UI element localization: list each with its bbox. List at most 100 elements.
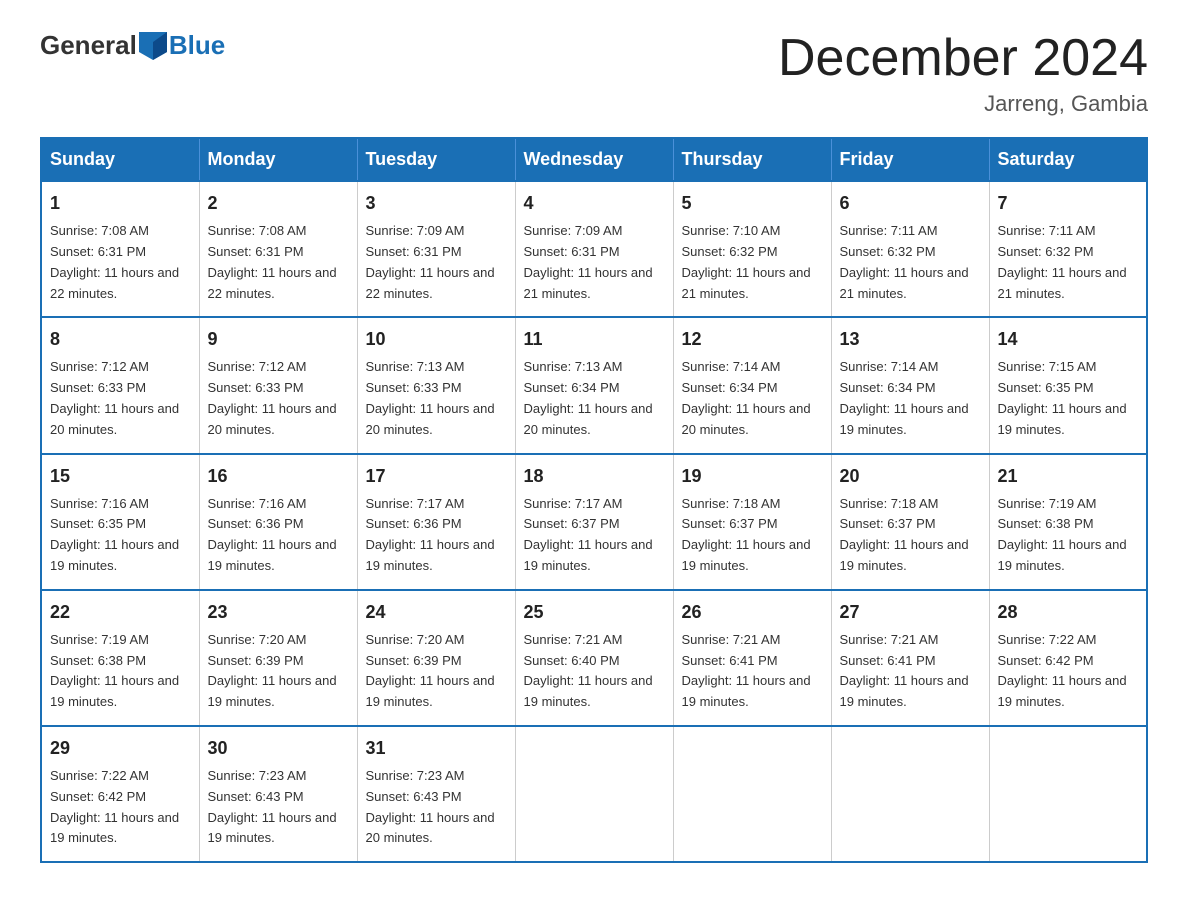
- weekday-header-row: SundayMondayTuesdayWednesdayThursdayFrid…: [41, 138, 1147, 181]
- calendar-cell: 26 Sunrise: 7:21 AMSunset: 6:41 PMDaylig…: [673, 590, 831, 726]
- logo: General Blue: [40, 30, 225, 61]
- calendar-cell: [673, 726, 831, 862]
- calendar-cell: 17 Sunrise: 7:17 AMSunset: 6:36 PMDaylig…: [357, 454, 515, 590]
- calendar-cell: 15 Sunrise: 7:16 AMSunset: 6:35 PMDaylig…: [41, 454, 199, 590]
- calendar-cell: 13 Sunrise: 7:14 AMSunset: 6:34 PMDaylig…: [831, 317, 989, 453]
- calendar-cell: 20 Sunrise: 7:18 AMSunset: 6:37 PMDaylig…: [831, 454, 989, 590]
- day-info: Sunrise: 7:21 AMSunset: 6:40 PMDaylight:…: [524, 632, 653, 709]
- day-info: Sunrise: 7:19 AMSunset: 6:38 PMDaylight:…: [998, 496, 1127, 573]
- logo-icon: [139, 32, 167, 60]
- day-number: 20: [840, 463, 981, 490]
- calendar-table: SundayMondayTuesdayWednesdayThursdayFrid…: [40, 137, 1148, 863]
- calendar-cell: 4 Sunrise: 7:09 AMSunset: 6:31 PMDayligh…: [515, 181, 673, 317]
- weekday-header-friday: Friday: [831, 138, 989, 181]
- day-number: 28: [998, 599, 1139, 626]
- day-info: Sunrise: 7:08 AMSunset: 6:31 PMDaylight:…: [50, 223, 179, 300]
- day-info: Sunrise: 7:11 AMSunset: 6:32 PMDaylight:…: [840, 223, 969, 300]
- calendar-cell: 5 Sunrise: 7:10 AMSunset: 6:32 PMDayligh…: [673, 181, 831, 317]
- weekday-header-thursday: Thursday: [673, 138, 831, 181]
- day-info: Sunrise: 7:21 AMSunset: 6:41 PMDaylight:…: [840, 632, 969, 709]
- day-number: 31: [366, 735, 507, 762]
- calendar-cell: 21 Sunrise: 7:19 AMSunset: 6:38 PMDaylig…: [989, 454, 1147, 590]
- calendar-cell: 19 Sunrise: 7:18 AMSunset: 6:37 PMDaylig…: [673, 454, 831, 590]
- calendar-cell: 22 Sunrise: 7:19 AMSunset: 6:38 PMDaylig…: [41, 590, 199, 726]
- calendar-cell: 11 Sunrise: 7:13 AMSunset: 6:34 PMDaylig…: [515, 317, 673, 453]
- day-info: Sunrise: 7:16 AMSunset: 6:36 PMDaylight:…: [208, 496, 337, 573]
- day-number: 4: [524, 190, 665, 217]
- day-number: 10: [366, 326, 507, 353]
- weekday-header-saturday: Saturday: [989, 138, 1147, 181]
- day-info: Sunrise: 7:12 AMSunset: 6:33 PMDaylight:…: [50, 359, 179, 436]
- day-info: Sunrise: 7:17 AMSunset: 6:36 PMDaylight:…: [366, 496, 495, 573]
- day-number: 17: [366, 463, 507, 490]
- calendar-cell: 24 Sunrise: 7:20 AMSunset: 6:39 PMDaylig…: [357, 590, 515, 726]
- calendar-body: 1 Sunrise: 7:08 AMSunset: 6:31 PMDayligh…: [41, 181, 1147, 862]
- calendar-cell: 7 Sunrise: 7:11 AMSunset: 6:32 PMDayligh…: [989, 181, 1147, 317]
- calendar-cell: [989, 726, 1147, 862]
- day-info: Sunrise: 7:14 AMSunset: 6:34 PMDaylight:…: [840, 359, 969, 436]
- day-info: Sunrise: 7:18 AMSunset: 6:37 PMDaylight:…: [682, 496, 811, 573]
- day-number: 6: [840, 190, 981, 217]
- calendar-header: SundayMondayTuesdayWednesdayThursdayFrid…: [41, 138, 1147, 181]
- day-number: 19: [682, 463, 823, 490]
- day-number: 24: [366, 599, 507, 626]
- calendar-cell: 25 Sunrise: 7:21 AMSunset: 6:40 PMDaylig…: [515, 590, 673, 726]
- day-info: Sunrise: 7:09 AMSunset: 6:31 PMDaylight:…: [366, 223, 495, 300]
- day-info: Sunrise: 7:19 AMSunset: 6:38 PMDaylight:…: [50, 632, 179, 709]
- day-number: 16: [208, 463, 349, 490]
- day-number: 3: [366, 190, 507, 217]
- calendar-cell: 9 Sunrise: 7:12 AMSunset: 6:33 PMDayligh…: [199, 317, 357, 453]
- calendar-cell: 3 Sunrise: 7:09 AMSunset: 6:31 PMDayligh…: [357, 181, 515, 317]
- day-number: 29: [50, 735, 191, 762]
- calendar-week-row: 15 Sunrise: 7:16 AMSunset: 6:35 PMDaylig…: [41, 454, 1147, 590]
- title-area: December 2024 Jarreng, Gambia: [778, 30, 1148, 117]
- calendar-cell: 27 Sunrise: 7:21 AMSunset: 6:41 PMDaylig…: [831, 590, 989, 726]
- calendar-cell: 23 Sunrise: 7:20 AMSunset: 6:39 PMDaylig…: [199, 590, 357, 726]
- calendar-cell: [515, 726, 673, 862]
- day-number: 7: [998, 190, 1139, 217]
- calendar-cell: 14 Sunrise: 7:15 AMSunset: 6:35 PMDaylig…: [989, 317, 1147, 453]
- day-number: 27: [840, 599, 981, 626]
- day-number: 9: [208, 326, 349, 353]
- day-number: 1: [50, 190, 191, 217]
- day-number: 2: [208, 190, 349, 217]
- day-info: Sunrise: 7:12 AMSunset: 6:33 PMDaylight:…: [208, 359, 337, 436]
- day-number: 11: [524, 326, 665, 353]
- calendar-cell: [831, 726, 989, 862]
- calendar-cell: 31 Sunrise: 7:23 AMSunset: 6:43 PMDaylig…: [357, 726, 515, 862]
- day-info: Sunrise: 7:10 AMSunset: 6:32 PMDaylight:…: [682, 223, 811, 300]
- weekday-header-monday: Monday: [199, 138, 357, 181]
- day-info: Sunrise: 7:14 AMSunset: 6:34 PMDaylight:…: [682, 359, 811, 436]
- logo-blue-text: Blue: [169, 30, 225, 61]
- calendar-cell: 12 Sunrise: 7:14 AMSunset: 6:34 PMDaylig…: [673, 317, 831, 453]
- day-number: 22: [50, 599, 191, 626]
- day-number: 5: [682, 190, 823, 217]
- day-number: 8: [50, 326, 191, 353]
- month-title: December 2024: [778, 30, 1148, 87]
- day-info: Sunrise: 7:23 AMSunset: 6:43 PMDaylight:…: [208, 768, 337, 845]
- logo-general-text: General: [40, 30, 137, 61]
- day-number: 21: [998, 463, 1139, 490]
- calendar-cell: 28 Sunrise: 7:22 AMSunset: 6:42 PMDaylig…: [989, 590, 1147, 726]
- day-info: Sunrise: 7:23 AMSunset: 6:43 PMDaylight:…: [366, 768, 495, 845]
- location-text: Jarreng, Gambia: [778, 91, 1148, 117]
- day-number: 25: [524, 599, 665, 626]
- day-number: 13: [840, 326, 981, 353]
- calendar-cell: 2 Sunrise: 7:08 AMSunset: 6:31 PMDayligh…: [199, 181, 357, 317]
- calendar-cell: 30 Sunrise: 7:23 AMSunset: 6:43 PMDaylig…: [199, 726, 357, 862]
- day-info: Sunrise: 7:15 AMSunset: 6:35 PMDaylight:…: [998, 359, 1127, 436]
- day-number: 12: [682, 326, 823, 353]
- day-info: Sunrise: 7:20 AMSunset: 6:39 PMDaylight:…: [208, 632, 337, 709]
- calendar-cell: 6 Sunrise: 7:11 AMSunset: 6:32 PMDayligh…: [831, 181, 989, 317]
- calendar-cell: 8 Sunrise: 7:12 AMSunset: 6:33 PMDayligh…: [41, 317, 199, 453]
- weekday-header-wednesday: Wednesday: [515, 138, 673, 181]
- day-info: Sunrise: 7:11 AMSunset: 6:32 PMDaylight:…: [998, 223, 1127, 300]
- day-info: Sunrise: 7:13 AMSunset: 6:33 PMDaylight:…: [366, 359, 495, 436]
- day-number: 26: [682, 599, 823, 626]
- day-number: 18: [524, 463, 665, 490]
- day-info: Sunrise: 7:20 AMSunset: 6:39 PMDaylight:…: [366, 632, 495, 709]
- day-info: Sunrise: 7:22 AMSunset: 6:42 PMDaylight:…: [998, 632, 1127, 709]
- calendar-cell: 29 Sunrise: 7:22 AMSunset: 6:42 PMDaylig…: [41, 726, 199, 862]
- day-number: 23: [208, 599, 349, 626]
- day-info: Sunrise: 7:08 AMSunset: 6:31 PMDaylight:…: [208, 223, 337, 300]
